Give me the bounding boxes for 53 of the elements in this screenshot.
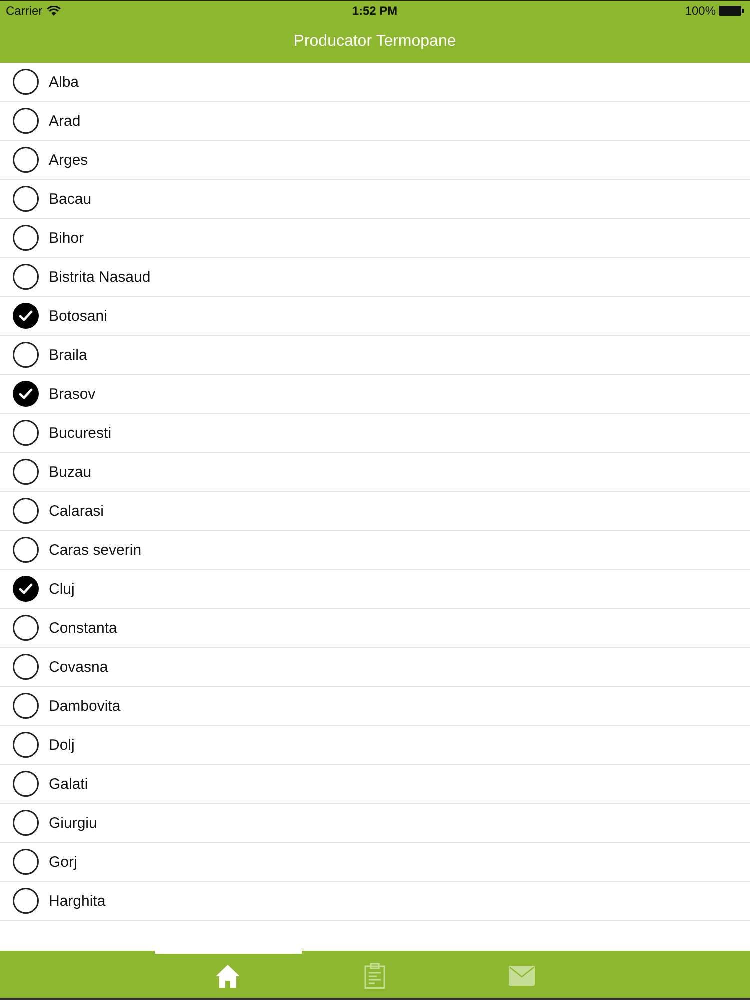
county-label: Harghita: [49, 892, 106, 910]
empty-circle-icon[interactable]: [13, 771, 39, 797]
empty-circle-icon[interactable]: [13, 537, 39, 563]
screen-title: Producator Termopane: [294, 32, 456, 52]
county-label: Braila: [49, 346, 88, 364]
empty-circle-icon[interactable]: [13, 225, 39, 251]
county-label: Buzau: [49, 464, 92, 480]
county-label: Calarasi: [49, 502, 104, 520]
empty-circle-icon[interactable]: [13, 108, 39, 134]
clipboard-icon: [362, 963, 388, 989]
envelope-icon: [507, 963, 537, 989]
empty-circle-icon[interactable]: [13, 147, 39, 173]
empty-circle-icon[interactable]: [13, 498, 39, 524]
empty-circle-icon[interactable]: [13, 459, 39, 485]
empty-circle-icon[interactable]: [13, 888, 39, 914]
county-label: Botosani: [49, 308, 108, 324]
county-label: Covasna: [49, 658, 108, 676]
empty-circle-icon[interactable]: [13, 420, 39, 446]
county-label: Giurgiu: [49, 814, 98, 832]
county-label: Dolj: [49, 736, 75, 754]
county-label: Bacau: [49, 190, 92, 208]
empty-circle-icon[interactable]: [13, 732, 39, 758]
checked-circle-icon[interactable]: [13, 381, 39, 407]
county-label: Bistrita Nasaud: [49, 268, 151, 286]
battery-icon: [719, 6, 744, 16]
county-label: Bihor: [49, 230, 84, 246]
empty-circle-icon[interactable]: [13, 849, 39, 875]
empty-circle-icon[interactable]: [13, 264, 39, 290]
empty-circle-icon[interactable]: [13, 810, 39, 836]
empty-circle-icon[interactable]: [13, 693, 39, 719]
battery-percent-label: 100%: [685, 4, 716, 18]
county-label: Cluj: [49, 580, 75, 598]
county-label: Gorj: [49, 854, 78, 870]
wifi-icon: [46, 6, 61, 16]
county-label: Constanta: [49, 620, 118, 636]
empty-circle-icon[interactable]: [13, 69, 39, 95]
county-label: Arges: [49, 152, 88, 168]
checked-circle-icon[interactable]: [13, 576, 39, 602]
empty-circle-icon[interactable]: [13, 186, 39, 212]
home-icon: [215, 963, 241, 989]
checked-circle-icon[interactable]: [13, 303, 39, 329]
empty-circle-icon[interactable]: [13, 615, 39, 641]
county-label: Alba: [49, 74, 80, 90]
county-label: Brasov: [49, 386, 96, 402]
empty-circle-icon[interactable]: [13, 342, 39, 368]
empty-circle-icon[interactable]: [13, 654, 39, 680]
county-label: Galati: [49, 776, 88, 792]
clock-label: 1:52 PM: [352, 4, 398, 18]
county-label: Caras severin: [49, 542, 142, 558]
county-label: Bucuresti: [49, 424, 112, 442]
county-label: Arad: [49, 112, 81, 130]
county-label: Dambovita: [49, 698, 121, 714]
carrier-label: Carrier: [6, 4, 43, 18]
